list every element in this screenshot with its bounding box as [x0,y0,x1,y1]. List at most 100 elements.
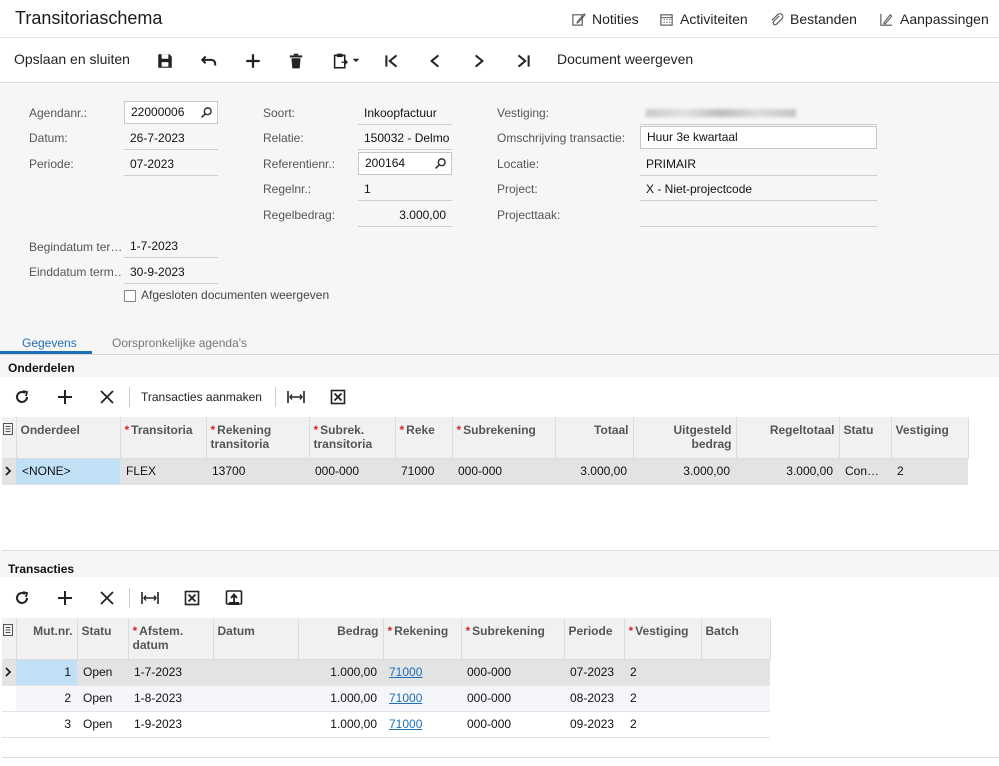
last-record-icon[interactable] [514,52,532,70]
table-cell[interactable]: <NONE> [16,458,120,485]
add-row-icon[interactable] [57,389,73,405]
table-cell[interactable]: Open [77,711,128,738]
account-link[interactable]: 71000 [389,691,422,705]
row-indicator[interactable] [2,458,16,485]
transacties-column-header[interactable]: Mut.nr. [16,618,78,660]
onderdelen-column-header[interactable]: * Transitoria [120,417,207,459]
soort-field[interactable]: Inkoopfactuur [358,101,452,125]
onderdelen-column-header[interactable]: Onderdeel [16,417,121,459]
table-cell[interactable]: 13700 [206,458,309,485]
onderdelen-column-header[interactable]: * Subrek. transitoria [309,417,396,459]
export-excel-icon[interactable] [330,389,346,405]
add-row-icon[interactable] [57,590,73,606]
onderdelen-column-header[interactable]: * Reke [395,417,453,459]
row-indicator[interactable] [2,685,16,712]
project-field[interactable]: X - Niet-projectcode [640,177,877,201]
omschrijving-input[interactable]: Huur 3e kwartaal [640,126,877,149]
table-cell[interactable] [701,659,770,686]
create-transactions-button[interactable]: Transacties aanmaken [141,390,262,404]
onderdelen-column-header[interactable]: Uitgesteld bedrag [633,417,737,459]
table-cell[interactable]: 1-8-2023 [128,685,213,712]
fit-columns-icon[interactable] [141,590,159,606]
table-cell[interactable]: Open [77,685,128,712]
notes-link[interactable]: Notities [571,10,639,28]
table-cell[interactable]: 1-9-2023 [128,711,213,738]
transacties-grid-settings-icon[interactable] [2,618,17,660]
search-icon[interactable] [434,157,447,170]
transacties-column-header[interactable]: Datum [213,618,299,660]
clipboard-menu-button[interactable] [331,52,363,70]
table-cell[interactable]: FLEX [120,458,206,485]
table-cell[interactable]: 71000 [383,685,461,712]
transacties-column-header[interactable]: Statu [77,618,129,660]
export-excel-icon[interactable] [184,590,200,606]
delete-row-icon[interactable] [99,590,115,606]
activities-link[interactable]: Activiteiten [659,10,748,28]
table-cell[interactable]: 3.000,00 [633,458,736,485]
table-cell[interactable]: 000-000 [452,458,555,485]
afgesloten-checkbox[interactable] [124,290,136,302]
table-cell[interactable]: 000-000 [461,659,564,686]
table-cell[interactable]: 1.000,00 [298,659,383,686]
save-close-button[interactable]: Opslaan en sluiten [14,51,130,67]
table-cell[interactable]: 08-2023 [564,685,624,712]
table-cell[interactable]: Con… [839,458,891,485]
datum-field[interactable]: 26-7-2023 [124,126,218,150]
onderdelen-grid-settings-icon[interactable] [2,417,17,459]
begindatum-field[interactable]: 1-7-2023 [124,234,218,258]
table-row[interactable]: <NONE> FLEX 13700 000-000 71000 000-000 3.000,… [2,458,968,485]
einddatum-field[interactable]: 30-9-2023 [124,260,218,284]
table-cell[interactable]: 2 [624,711,701,738]
next-record-icon[interactable] [470,52,488,70]
delete-row-icon[interactable] [99,389,115,405]
table-cell[interactable]: 71000 [395,458,452,485]
table-cell[interactable] [213,659,298,686]
table-cell[interactable]: 3.000,00 [555,458,633,485]
onderdelen-column-header[interactable]: Regeltotaal [736,417,840,459]
add-icon[interactable] [244,52,262,70]
customizations-link[interactable]: Aanpassingen [879,10,989,28]
table-cell[interactable] [701,711,770,738]
table-cell[interactable]: 2 [16,685,77,712]
first-record-icon[interactable] [383,52,401,70]
onderdelen-column-header[interactable]: * Subrekening [452,417,556,459]
regelbedrag-field[interactable]: 3.000,00 [358,203,452,227]
upload-icon[interactable] [225,589,243,607]
delete-icon[interactable] [287,52,305,70]
table-row[interactable]: 3 Open 1-9-2023 1.000,00 71000 000-000 09-2023… [2,711,770,738]
table-cell[interactable] [213,711,298,738]
table-cell[interactable]: 09-2023 [564,711,624,738]
projecttaak-field[interactable] [640,203,877,227]
table-cell[interactable]: 1 [16,659,77,686]
undo-icon[interactable] [200,52,218,70]
table-cell[interactable]: 000-000 [309,458,395,485]
transacties-column-header[interactable]: * Rekening [383,618,462,660]
onderdelen-column-header[interactable]: Totaal [555,417,634,459]
search-icon[interactable] [200,106,213,119]
table-cell[interactable]: 2 [891,458,968,485]
table-row[interactable]: 2 Open 1-8-2023 1.000,00 71000 000-000 08-2023… [2,685,770,712]
onderdelen-column-header[interactable]: Vestiging [891,417,969,459]
account-link[interactable]: 71000 [389,717,422,731]
transacties-column-header[interactable]: * Vestiging [624,618,702,660]
onderdelen-column-header[interactable]: Statu [839,417,892,459]
refresh-icon[interactable] [14,389,30,405]
fit-columns-icon[interactable] [287,389,305,405]
relatie-field[interactable]: 150032 - Delmo [358,126,452,150]
refresh-icon[interactable] [14,590,30,606]
table-row[interactable]: 1 Open 1-7-2023 1.000,00 71000 000-000 07-2023… [2,659,770,686]
table-cell[interactable]: 3 [16,711,77,738]
table-cell[interactable]: 71000 [383,659,461,686]
vestiging-field[interactable] [640,101,877,125]
onderdelen-column-header[interactable]: * Rekening transitoria [206,417,310,459]
transacties-column-header[interactable]: Bedrag [298,618,384,660]
show-document-button[interactable]: Document weergeven [557,51,693,67]
table-cell[interactable]: 3.000,00 [736,458,839,485]
save-icon[interactable] [156,52,174,70]
files-link[interactable]: Bestanden [769,10,857,28]
tab-oorspronkelijke-agendas[interactable]: Oorspronkelijke agenda's [112,336,247,350]
table-cell[interactable]: 1-7-2023 [128,659,213,686]
transacties-column-header[interactable]: * Afstem. datum [128,618,214,660]
agendanr-input[interactable]: 22000006 [124,101,218,124]
tab-gegevens[interactable]: Gegevens [22,336,77,350]
